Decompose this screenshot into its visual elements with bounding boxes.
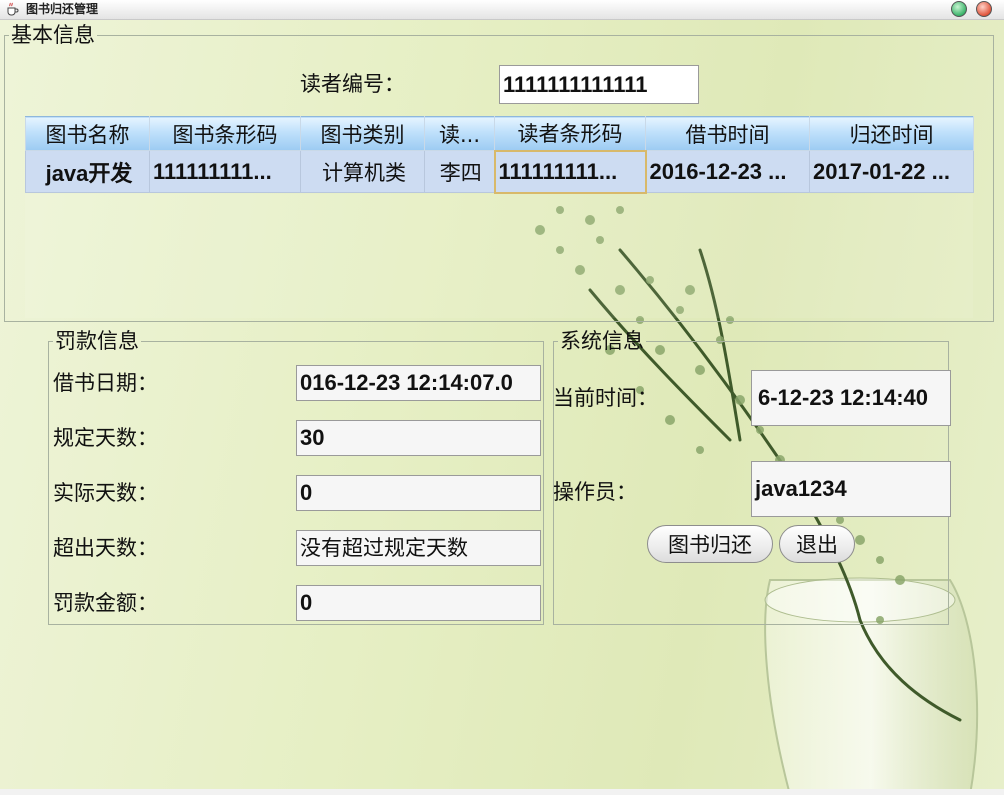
over-days-field[interactable]: 没有超过规定天数: [296, 530, 541, 566]
book-return-window: 图书归还管理 基本信息 读者编号： 1111111111111 图书名称 图书条…: [0, 0, 1004, 795]
table-cell[interactable]: 2017-01-22 ...: [809, 150, 974, 193]
fine-amount-label: 罚款金额：: [53, 591, 158, 615]
current-time-label: 当前时间：: [553, 386, 658, 410]
table-cell[interactable]: 计算机类: [300, 150, 425, 193]
table-cell[interactable]: java开发: [25, 150, 150, 193]
table-cell[interactable]: 李四: [424, 150, 495, 193]
actual-days-label: 实际天数：: [53, 481, 158, 505]
borrow-date-field[interactable]: 016-12-23 12:14:07.0: [296, 365, 541, 401]
fine-amount-field[interactable]: 0: [296, 585, 541, 621]
close-icon[interactable]: [976, 1, 992, 17]
allowed-days-label: 规定天数：: [53, 426, 158, 450]
table-empty-area[interactable]: [25, 194, 973, 318]
borrow-record-table: 图书名称 图书条形码 图书类别 读... 读者条形码 借书时间 归还时间 jav…: [25, 116, 974, 194]
return-book-button[interactable]: 图书归还: [647, 525, 773, 563]
table-cell[interactable]: 111111111...: [149, 150, 301, 193]
current-time-field[interactable]: 6-12-23 12:14:40: [751, 370, 951, 426]
actual-days-field[interactable]: 0: [296, 475, 541, 511]
column-header-book-category[interactable]: 图书类别: [300, 116, 425, 151]
basic-info-legend: 基本信息: [11, 23, 95, 47]
column-header-reader-name[interactable]: 读...: [424, 116, 495, 151]
table-header-row: 图书名称 图书条形码 图书类别 读... 读者条形码 借书时间 归还时间: [25, 116, 974, 151]
column-header-return-time[interactable]: 归还时间: [809, 116, 974, 151]
exit-button[interactable]: 退出: [779, 525, 855, 563]
operator-field[interactable]: java1234: [751, 461, 951, 517]
table-cell[interactable]: 111111111...: [493, 149, 647, 194]
fine-info-legend: 罚款信息: [55, 329, 139, 353]
window-bottom-edge: [0, 789, 1004, 795]
operator-label: 操作员：: [553, 480, 637, 504]
window-title: 图书归还管理: [26, 2, 99, 16]
reader-id-input[interactable]: 1111111111111: [499, 65, 699, 104]
column-header-book-barcode[interactable]: 图书条形码: [149, 116, 301, 151]
allowed-days-field[interactable]: 30: [296, 420, 541, 456]
borrow-date-label: 借书日期：: [53, 371, 158, 395]
reader-id-label: 读者编号：: [300, 72, 405, 96]
over-days-label: 超出天数：: [53, 536, 158, 560]
column-header-borrow-time[interactable]: 借书时间: [645, 116, 810, 151]
column-header-book-name[interactable]: 图书名称: [25, 116, 150, 151]
table-cell[interactable]: 2016-12-23 ...: [645, 150, 810, 193]
table-row[interactable]: java开发 111111111... 计算机类 李四 111111111...…: [25, 149, 974, 194]
minimize-icon[interactable]: [951, 1, 967, 17]
system-info-legend: 系统信息: [560, 329, 644, 353]
title-bar: 图书归还管理: [0, 0, 1004, 20]
column-header-reader-barcode[interactable]: 读者条形码: [494, 116, 646, 151]
java-cup-icon: [5, 2, 19, 16]
